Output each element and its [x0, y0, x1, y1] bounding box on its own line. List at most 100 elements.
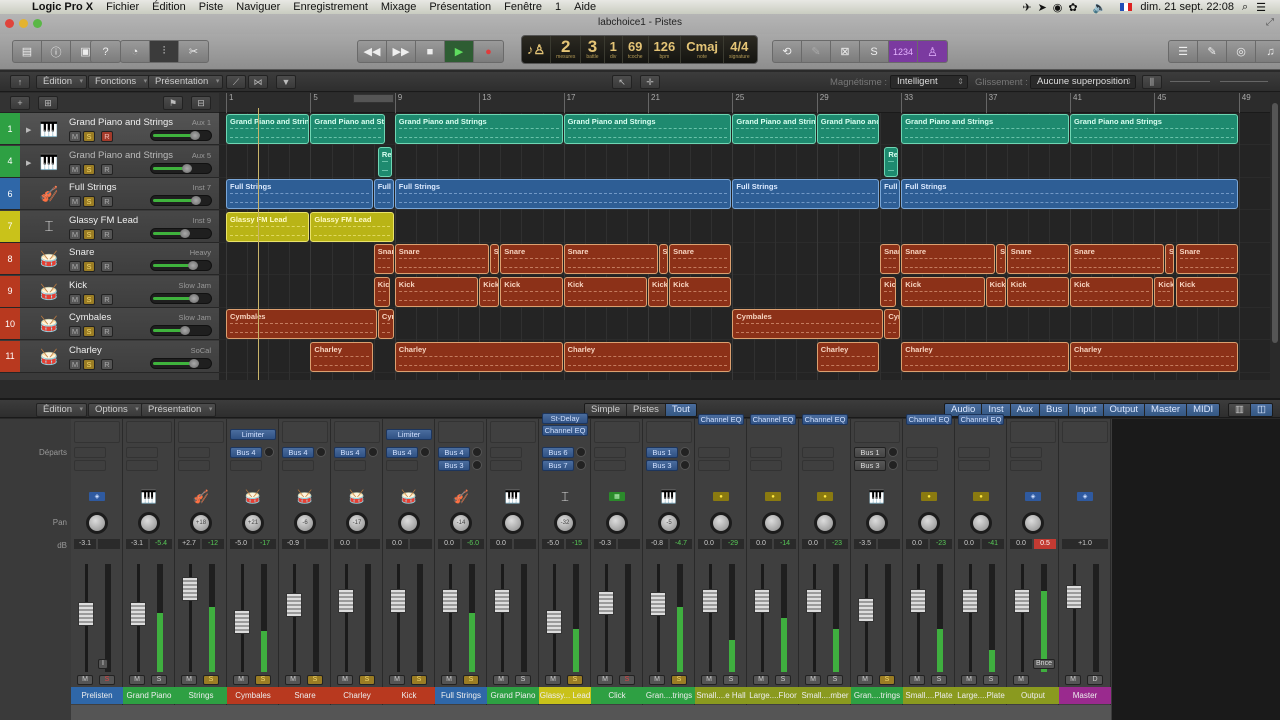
region[interactable]: Snare: [996, 244, 1006, 274]
track-name[interactable]: Charley: [69, 345, 102, 356]
volume-knob[interactable]: [182, 163, 193, 173]
scroll-thumb[interactable]: [1272, 103, 1278, 343]
volume-fader[interactable]: [962, 589, 978, 614]
channel-name[interactable]: Gran....trings: [851, 687, 903, 704]
editors-icon[interactable]: ✂: [179, 41, 208, 62]
empty-insert-slot[interactable]: [594, 421, 640, 443]
volume-fader[interactable]: [390, 589, 406, 614]
send-level-knob[interactable]: [472, 460, 482, 470]
menu-5[interactable]: Mixage: [381, 1, 416, 13]
solo-button[interactable]: S: [463, 675, 479, 685]
mute-button[interactable]: M: [597, 675, 613, 685]
view-menu[interactable]: Présentation: [148, 75, 224, 89]
plugin-slot[interactable]: Channel EQ: [958, 414, 1004, 425]
channel-name[interactable]: Kick: [383, 687, 435, 704]
send-level-knob[interactable]: [680, 447, 690, 457]
status-icons[interactable]: ✈➤◉✿ 🔈: [1022, 1, 1112, 14]
peak-readout[interactable]: -23: [826, 539, 848, 549]
track-volume-slider[interactable]: [150, 227, 212, 239]
track-name[interactable]: Snare: [69, 247, 94, 258]
mute-button[interactable]: M: [961, 675, 977, 685]
filter-input[interactable]: Input: [1069, 404, 1104, 416]
region[interactable]: Full Strings: [732, 179, 880, 209]
wide-strips-icon[interactable]: ◫: [1250, 404, 1272, 416]
view-tab-tout[interactable]: Tout: [665, 404, 696, 416]
region[interactable]: Grand Piano and Strings: [732, 114, 816, 144]
volume-fader[interactable]: [130, 601, 146, 626]
volume-knob[interactable]: [191, 196, 202, 205]
peak-readout[interactable]: -5.4: [150, 539, 172, 549]
channel-name[interactable]: Large....Floor: [747, 687, 799, 704]
empty-send-slot[interactable]: [906, 447, 938, 458]
region[interactable]: Full Strings: [394, 179, 732, 209]
menu-8[interactable]: 1: [555, 1, 561, 13]
volume-fader[interactable]: [182, 576, 198, 601]
peak-readout[interactable]: -12: [202, 539, 224, 549]
volume-fader[interactable]: [546, 610, 562, 635]
volume-readout[interactable]: 0.0: [1010, 539, 1032, 549]
volume-readout[interactable]: 0.0: [438, 539, 460, 549]
channel-name[interactable]: Glassy... Lead: [539, 687, 591, 704]
peak-readout[interactable]: -15: [566, 539, 588, 549]
channel-name[interactable]: Master: [1059, 687, 1111, 704]
track-header[interactable]: 4 ▶ 🎹 Grand Piano and Strings Aux 5 MSR: [0, 145, 219, 178]
mute-button[interactable]: M: [857, 675, 873, 685]
filter-icon[interactable]: ▼: [276, 75, 296, 89]
volume-fader[interactable]: [702, 589, 718, 614]
track-volume-slider[interactable]: [150, 357, 212, 369]
region[interactable]: Snare: [1070, 244, 1164, 274]
send-slot[interactable]: Bus 6: [542, 447, 574, 458]
loop-browser-icon[interactable]: ◎: [1227, 41, 1256, 62]
track-volume-slider[interactable]: [150, 260, 212, 271]
mute-button[interactable]: M: [649, 675, 665, 685]
mute-button[interactable]: M: [69, 228, 81, 240]
pan-knob[interactable]: +18: [190, 512, 212, 534]
notepad-icon[interactable]: ✎: [1198, 41, 1227, 62]
solo-button[interactable]: S: [775, 675, 791, 685]
peak-readout[interactable]: -23: [930, 539, 952, 549]
volume-knob[interactable]: [188, 261, 199, 270]
region[interactable]: Snare: [658, 244, 669, 274]
pan-knob[interactable]: -6: [294, 512, 316, 534]
solo-button[interactable]: S: [83, 358, 95, 370]
pan-knob[interactable]: -14: [450, 512, 472, 534]
send-level-knob[interactable]: [680, 460, 690, 470]
mute-button[interactable]: M: [181, 675, 197, 685]
region[interactable]: Res: [884, 146, 899, 177]
channel-name[interactable]: Grand Piano: [123, 687, 175, 704]
region[interactable]: Cymbales: [226, 309, 377, 339]
empty-send-slot[interactable]: [750, 447, 782, 458]
collapse-icon[interactable]: ⊟: [191, 96, 211, 110]
empty-send-slot[interactable]: [802, 460, 834, 471]
region[interactable]: Kick: [985, 276, 1006, 307]
channel-name[interactable]: Click: [591, 687, 643, 704]
volume-fader[interactable]: [598, 590, 614, 615]
solo-button[interactable]: S: [619, 675, 635, 685]
track-header[interactable]: 7 ⌶ Glassy FM Lead Inst 9 MSR: [0, 210, 219, 243]
menu-6[interactable]: Présentation: [429, 1, 491, 13]
pointer-tool[interactable]: ↖: [612, 75, 632, 89]
record-enable-button[interactable]: R: [101, 293, 113, 305]
volume-readout[interactable]: 0.0: [802, 539, 824, 549]
region[interactable]: Charley: [901, 341, 1069, 372]
volume-knob[interactable]: [190, 131, 200, 140]
fullscreen-icon[interactable]: ⤢: [1266, 17, 1274, 28]
peak-readout[interactable]: [306, 539, 328, 549]
channel-name[interactable]: Small....e Hall: [695, 687, 747, 704]
mute-button[interactable]: M: [233, 675, 249, 685]
channel-name[interactable]: Small....Plate: [903, 687, 955, 704]
send-slot[interactable]: Bus 3: [854, 460, 886, 471]
send-slot[interactable]: Bus 4: [438, 447, 470, 458]
volume-readout[interactable]: 0.0: [490, 539, 512, 549]
mute-button[interactable]: M: [69, 358, 81, 370]
empty-send-slot[interactable]: [1010, 460, 1042, 471]
mixer-icon[interactable]: ⫶: [150, 41, 179, 62]
menu-0[interactable]: Fichier: [106, 1, 139, 13]
peak-readout[interactable]: 0.5: [1034, 539, 1056, 549]
volume-readout[interactable]: +2.7: [178, 539, 200, 549]
volume-readout[interactable]: -5.0: [542, 539, 564, 549]
solo-icon[interactable]: S: [860, 41, 889, 62]
mixer-edit-menu[interactable]: Édition: [36, 403, 88, 417]
send-slot[interactable]: Bus 3: [646, 460, 678, 471]
region[interactable]: Kick: [648, 276, 669, 307]
